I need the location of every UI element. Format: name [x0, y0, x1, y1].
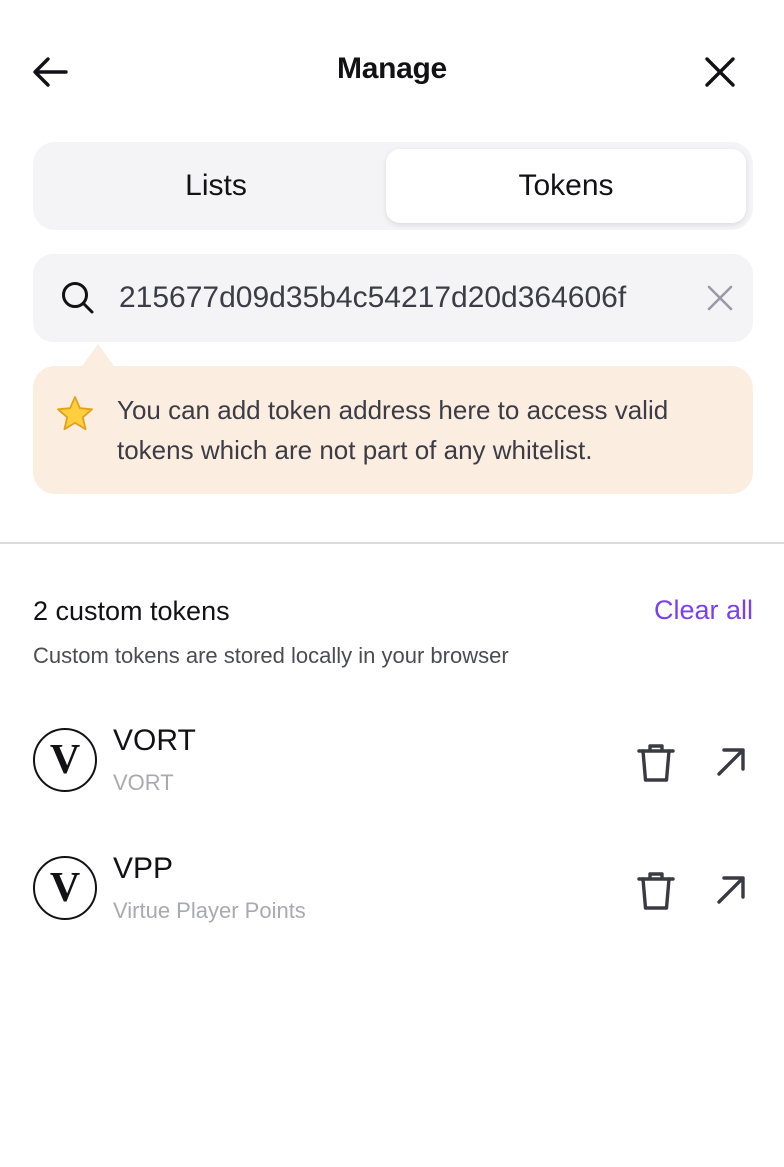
list-item: V VORT VORT: [33, 724, 753, 795]
custom-token-description: Custom tokens are stored locally in your…: [33, 643, 509, 668]
close-icon: [705, 57, 735, 87]
token-address-search[interactable]: 215677d09d35b4c54217d20d364606f: [33, 254, 753, 342]
close-button[interactable]: [698, 50, 742, 94]
star-icon: [57, 396, 93, 431]
search-icon: [62, 282, 94, 314]
token-logo: V: [33, 856, 97, 920]
open-token-button[interactable]: [709, 868, 753, 912]
tip-pointer: [82, 344, 114, 366]
token-symbol: VORT: [113, 724, 196, 757]
arrow-up-right-icon: [717, 748, 745, 776]
arrow-up-right-icon: [717, 876, 745, 904]
list-item: V VPP Virtue Player Points: [33, 852, 753, 923]
tab-lists[interactable]: Lists: [39, 149, 393, 223]
open-token-button[interactable]: [709, 740, 753, 784]
clear-icon[interactable]: [705, 283, 735, 313]
info-tip: You can add token address here to access…: [33, 366, 753, 494]
tab-switcher: Lists Tokens: [33, 142, 753, 230]
token-symbol: VPP: [113, 852, 174, 885]
delete-token-button[interactable]: [633, 868, 679, 914]
trash-icon: [637, 872, 675, 910]
delete-token-button[interactable]: [633, 740, 679, 786]
divider: [0, 542, 784, 544]
token-logo: V: [33, 728, 97, 792]
search-input-value: 215677d09d35b4c54217d20d364606f: [119, 281, 627, 314]
clear-all-button[interactable]: Clear all: [654, 595, 753, 626]
token-name: VORT: [113, 770, 174, 795]
trash-icon: [637, 744, 675, 782]
page-title: Manage: [337, 52, 447, 85]
header: Manage: [0, 0, 784, 140]
custom-token-count: 2 custom tokens: [33, 596, 230, 626]
token-name: Virtue Player Points: [113, 898, 306, 923]
tab-tokens[interactable]: Tokens: [386, 149, 746, 223]
tip-text: You can add token address here to access…: [117, 395, 669, 465]
search-input[interactable]: 215677d09d35b4c54217d20d364606f: [119, 276, 685, 320]
